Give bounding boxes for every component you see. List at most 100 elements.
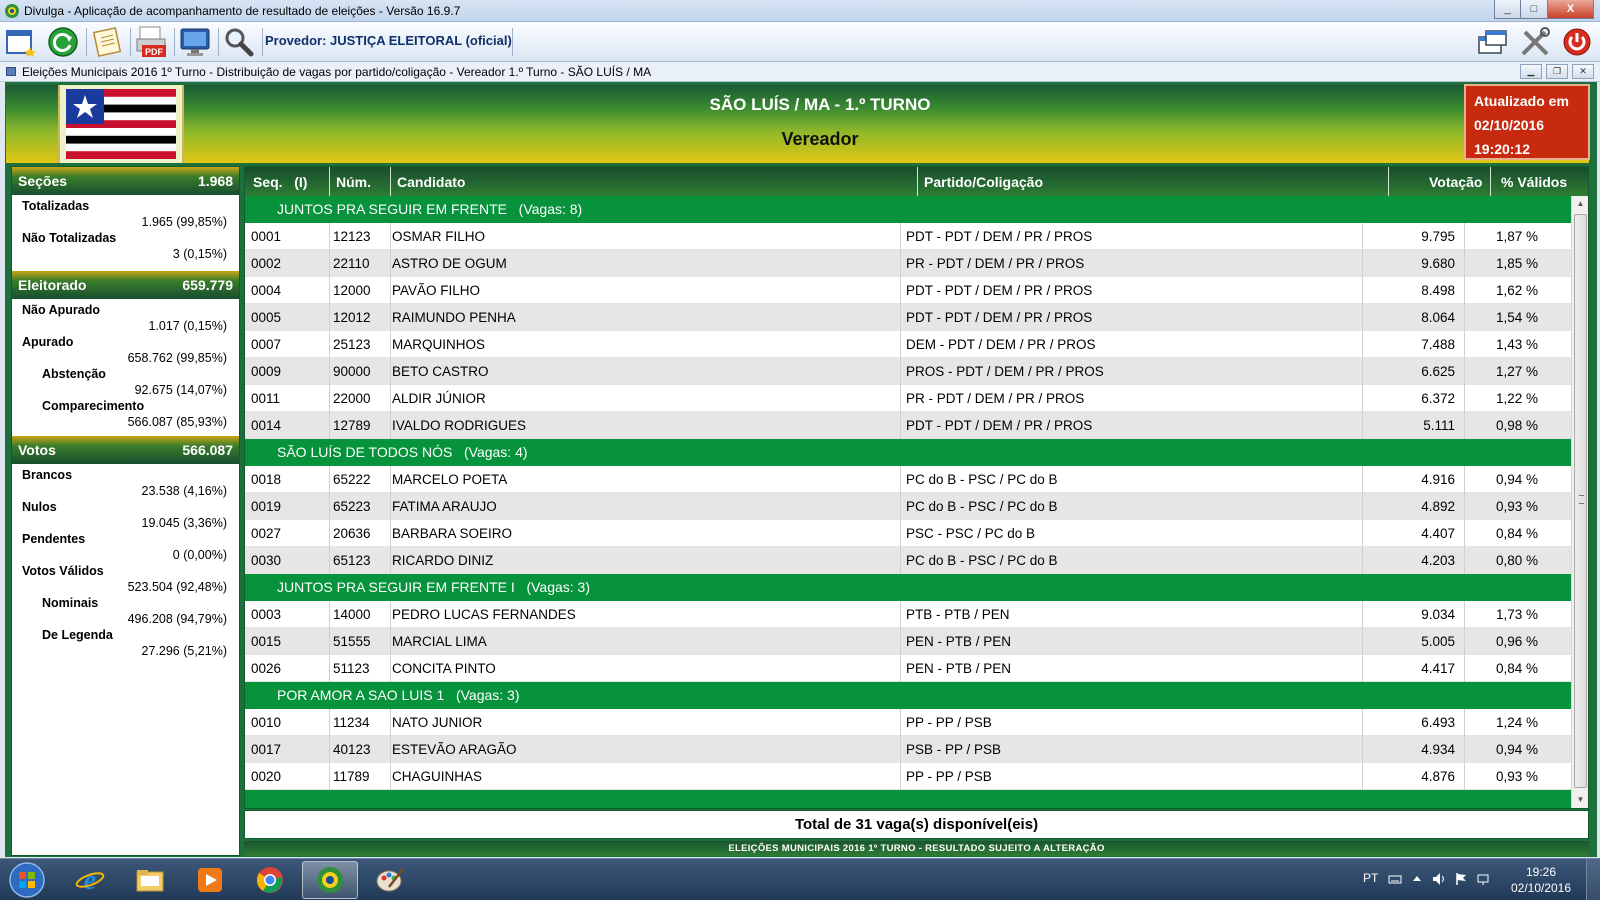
coalition-group-header: JUNTOS PRA SEGUIR EM FRENTE I (Vagas: 3) [245,574,1571,601]
table-row[interactable]: 0027 20636 BARBARA SOEIRO PSC - PSC / PC do… [245,520,1571,547]
taskbar-explorer[interactable] [122,861,178,899]
scroll-down-icon[interactable]: ▼ [1572,792,1589,808]
maximize-button[interactable]: □ [1521,0,1548,19]
col-num[interactable]: Núm. [336,174,371,190]
legenda-value: 27.296 (5,21%) [141,644,227,658]
child-minimize-button[interactable]: ▁ [1520,64,1542,79]
cell-votes: 6.625 [1421,364,1455,379]
cell-seq: 0020 [251,769,282,784]
network-icon[interactable] [1476,872,1490,886]
cell-votes: 4.892 [1421,499,1455,514]
cell-seq: 0017 [251,742,282,757]
show-hidden-icons[interactable] [1410,872,1424,886]
table-row[interactable]: 0005 12012 RAIMUNDO PENHA PDT - PDT / DEM /… [245,304,1571,331]
cell-number: 11789 [333,769,370,784]
pdf-button[interactable]: PDF [132,24,170,60]
secoes-value: 1.968 [197,173,233,189]
show-desktop-button[interactable] [1586,859,1600,900]
table-row[interactable]: 0018 65222 MARCELO POETA PC do B - PSC / PC… [245,466,1571,493]
table-row[interactable]: 0015 51555 MARCIAL LIMA PEN - PTB / PEN 5.00… [245,628,1571,655]
nominais-label: Nominais [42,596,99,610]
search-button[interactable] [220,24,258,60]
abstencao-value: 92.675 (14,07%) [134,383,227,397]
table-row[interactable]: 0009 90000 BETO CASTRO PROS - PDT / DEM / P… [245,358,1571,385]
cell-valid-pct: 0,94 % [1495,472,1538,487]
col-valid-pct[interactable]: % Válidos [1501,174,1567,190]
col-party[interactable]: Partido/Coligação [924,174,1043,190]
cell-number: 12012 [333,310,371,325]
cell-number: 12789 [333,418,371,433]
cell-votes: 9.034 [1421,607,1455,622]
cell-votes: 4.916 [1421,472,1455,487]
taskbar-paint[interactable] [362,861,418,899]
clock[interactable]: 19:26 02/10/2016 [1506,864,1576,896]
cell-votes: 4.934 [1421,742,1455,757]
cell-votes: 9.680 [1421,256,1455,271]
cell-seq: 0019 [251,499,282,514]
language-indicator[interactable]: PT [1363,871,1378,885]
start-button[interactable] [4,861,50,899]
window-controls: _ □ X [1494,0,1594,19]
cell-valid-pct: 0,93 % [1495,769,1538,784]
child-restore-button[interactable]: ❐ [1546,64,1568,79]
provider-label: Provedor: JUSTIÇA ELEITORAL (oficial) [265,33,512,48]
cell-valid-pct: 1,54 % [1495,310,1538,325]
table-row[interactable]: 0030 65123 RICARDO DINIZ PC do B - PSC / PC… [245,547,1571,574]
new-window-button[interactable] [2,24,40,60]
table-row[interactable]: 0002 22110 ASTRO DE OGUM PR - PDT / DEM / P… [245,250,1571,277]
window-mode-button[interactable] [1474,24,1512,60]
document-button[interactable] [88,24,126,60]
cell-votes: 5.111 [1423,418,1455,433]
app-icon [5,4,19,18]
table-row[interactable]: 0011 22000 ALDIR JÚNIOR PR - PDT / DEM / PR… [245,385,1571,412]
vertical-scrollbar[interactable]: ▲ ▼ [1571,196,1588,808]
monitor-button[interactable] [176,24,214,60]
apurado-value: 658.762 (99,85%) [127,351,227,365]
cell-valid-pct: 1,85 % [1495,256,1538,271]
taskbar-divulga[interactable] [302,861,358,899]
col-seq[interactable]: Seq. (I) [253,174,307,190]
close-button[interactable]: X [1548,0,1594,19]
exit-button[interactable] [1558,24,1596,60]
keyboard-icon[interactable] [1388,872,1402,886]
table-row[interactable]: 0001 12123 OSMAR FILHO PDT - PDT / DEM / PR… [245,223,1571,250]
cell-seq: 0018 [251,472,282,487]
scroll-thumb[interactable] [1574,214,1587,788]
tools-button[interactable] [1516,24,1554,60]
table-row[interactable]: 0019 65223 FATIMA ARAUJO PC do B - PSC / PC… [245,493,1571,520]
child-window-title: Eleições Municipais 2016 1º Turno - Dist… [22,65,652,79]
taskbar-media-player[interactable] [182,861,238,899]
table-row[interactable]: 0026 51123 CONCITA PINTO PEN - PTB / PEN 4.4… [245,655,1571,682]
table-row[interactable]: 0020 11789 CHAGUINHAS PP - PP / PSB 4.876 0,9… [245,763,1571,790]
taskbar-chrome[interactable] [242,861,298,899]
minimize-button[interactable]: _ [1494,0,1521,19]
col-votes[interactable]: Votação [1429,174,1482,190]
scroll-up-icon[interactable]: ▲ [1572,196,1589,212]
cell-number: 22110 [333,256,370,271]
cell-votes: 4.876 [1421,769,1455,784]
refresh-button[interactable] [44,24,82,60]
cell-candidate: NATO JUNIOR [392,715,483,730]
cell-votes: 4.417 [1421,661,1455,676]
cell-party: PTB - PTB / PEN [906,607,1010,622]
child-close-button[interactable]: ✕ [1572,64,1594,79]
table-row[interactable]: 0007 25123 MARQUINHOS DEM - PDT / DEM / PR … [245,331,1571,358]
cell-valid-pct: 0,98 % [1495,418,1538,433]
col-candidate[interactable]: Candidato [397,174,465,190]
table-row[interactable]: 0014 12789 IVALDO RODRIGUES PDT - PDT / DEM… [245,412,1571,439]
table-row[interactable]: 0010 11234 NATO JUNIOR PP - PP / PSB 6.493 1,… [245,709,1571,736]
table-row[interactable]: 0017 40123 ESTEVÃO ARAGÃO PSB - PP / PSB 4.9… [245,736,1571,763]
taskbar-ie[interactable]: e [62,861,118,899]
cell-votes: 7.488 [1421,337,1455,352]
volume-icon[interactable] [1432,872,1446,886]
brancos-value: 23.538 (4,16%) [141,484,227,498]
cell-seq: 0027 [251,526,282,541]
table-row[interactable]: 0004 12000 PAVÃO FILHO PDT - PDT / DEM / PR… [245,277,1571,304]
cell-number: 65223 [333,499,371,514]
action-center-flag-icon[interactable] [1454,872,1468,886]
eleitorado-header: Eleitorado 659.779 [12,271,239,299]
cell-candidate: BETO CASTRO [392,364,489,379]
cell-candidate: MARCELO POETA [392,472,508,487]
cell-seq: 0026 [251,661,282,676]
table-row[interactable]: 0003 14000 PEDRO LUCAS FERNANDES PTB - PTB … [245,601,1571,628]
